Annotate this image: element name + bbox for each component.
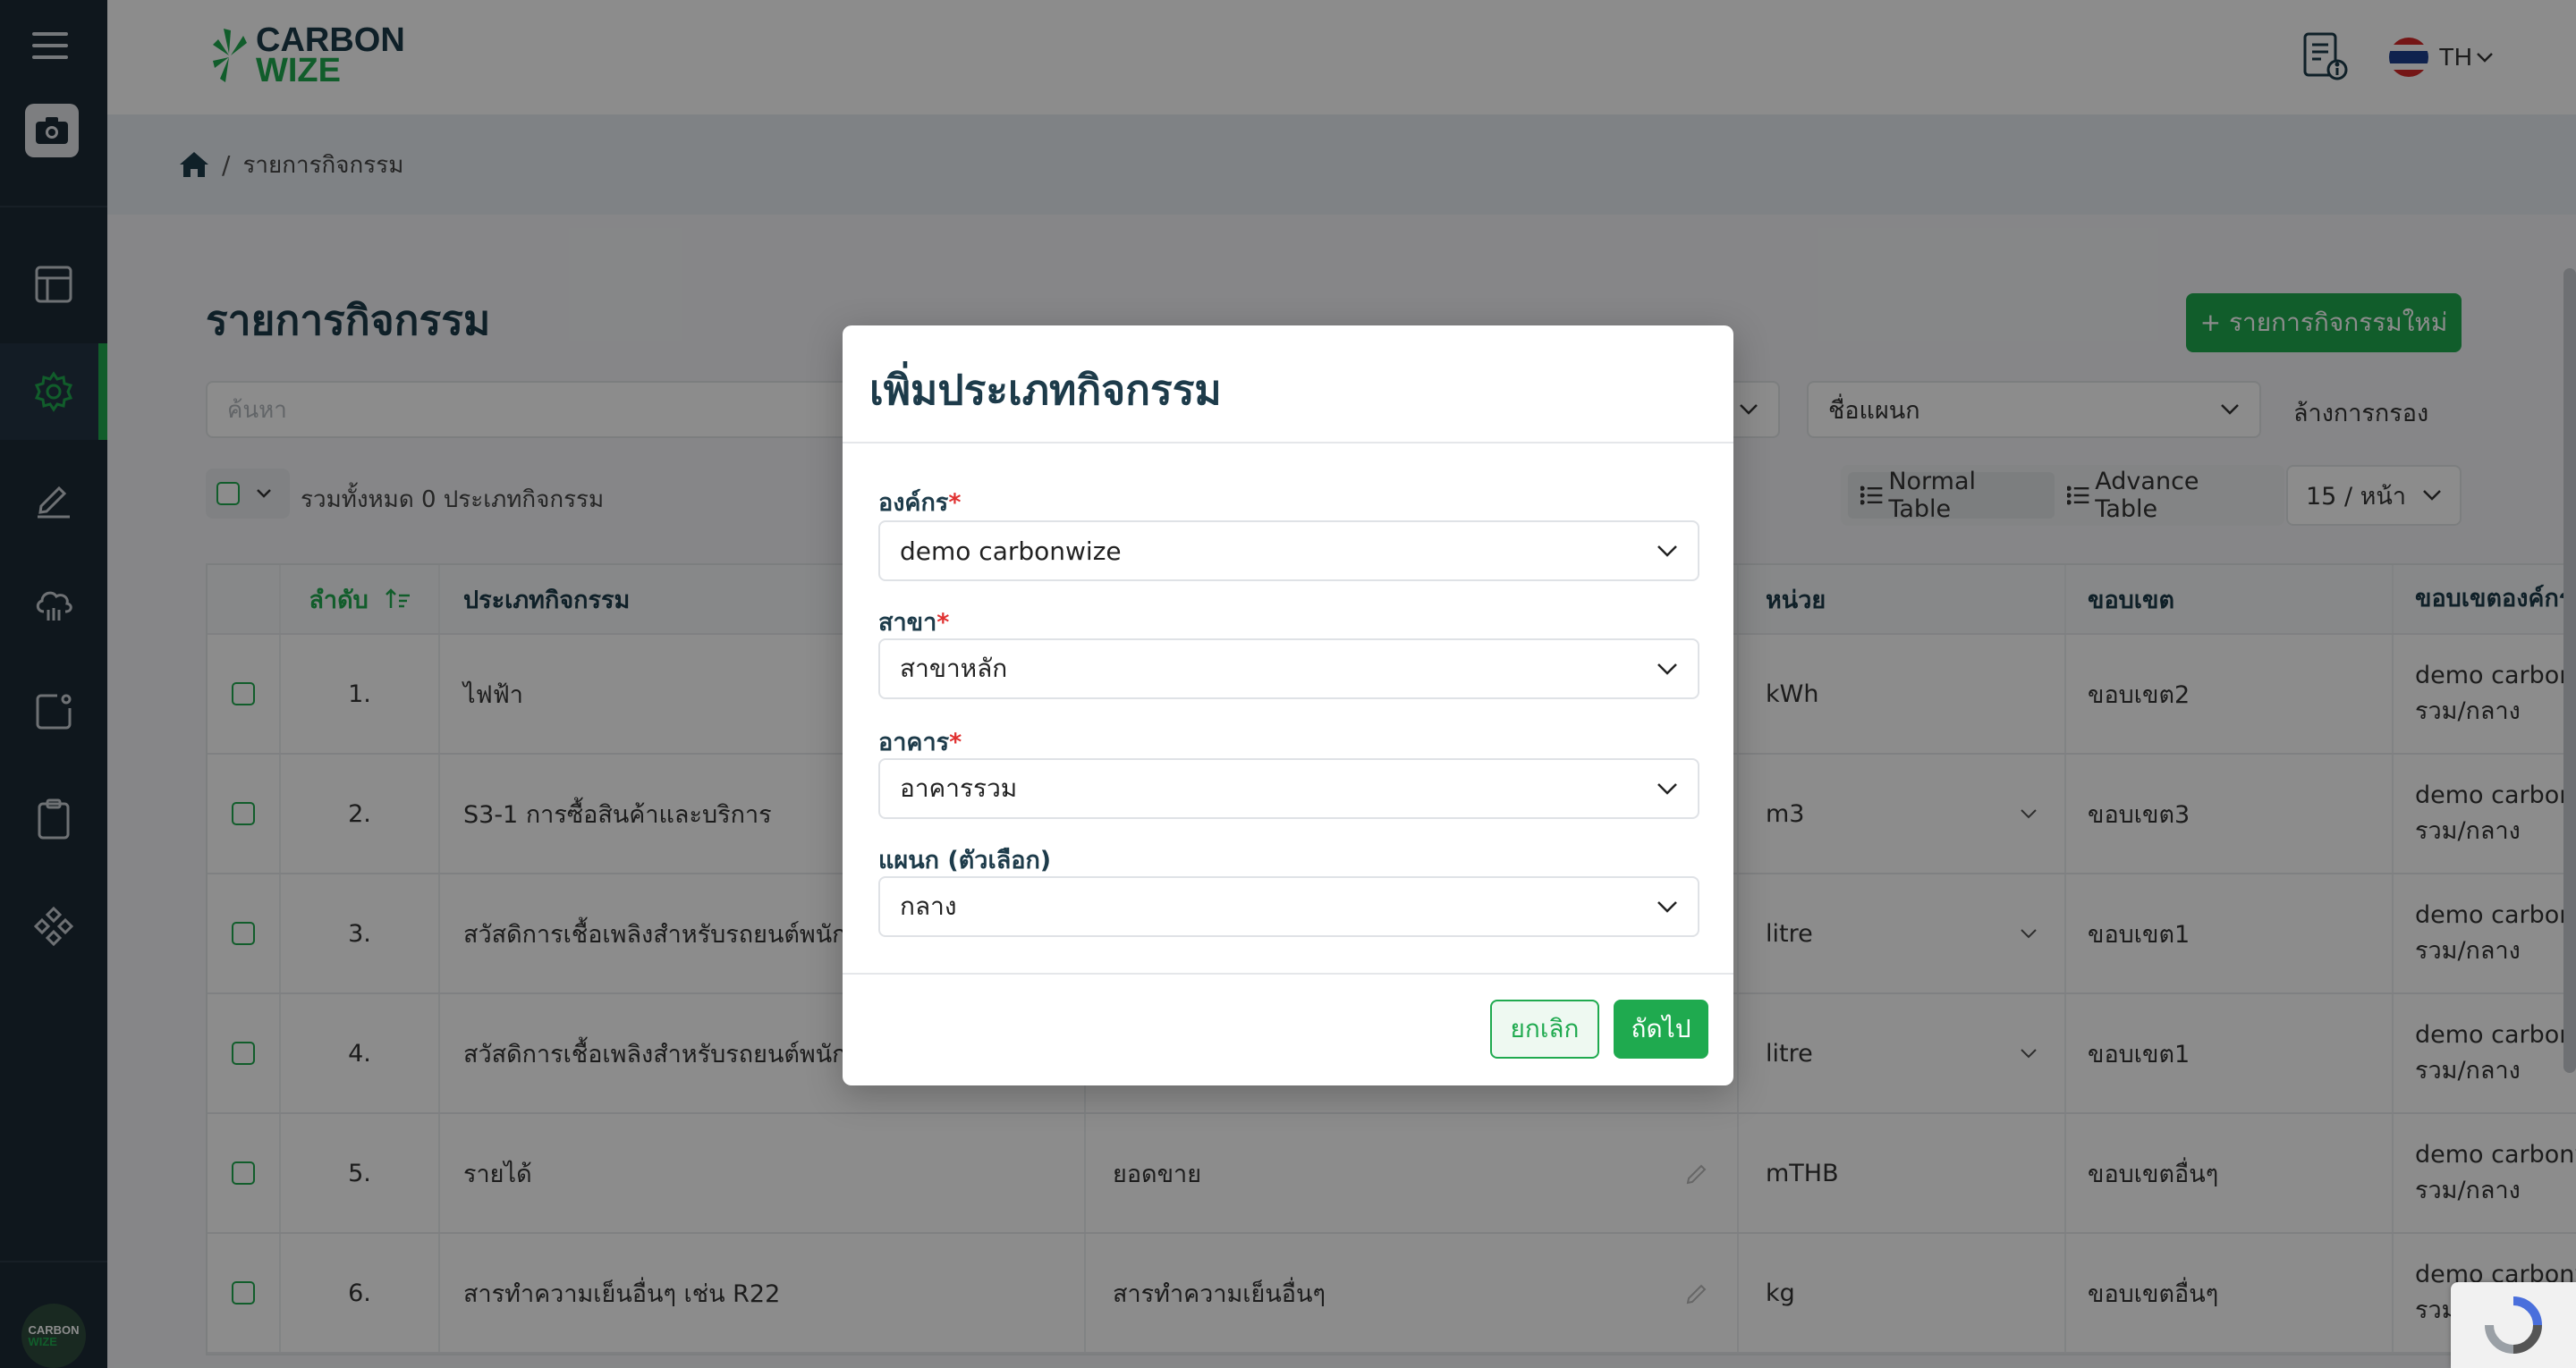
cancel-button[interactable]: ยกเลิก	[1490, 1000, 1599, 1059]
branch-select[interactable]: สาขาหลัก	[878, 638, 1699, 699]
building-select[interactable]: อาคารรวม	[878, 758, 1699, 819]
recaptcha-icon	[2485, 1296, 2542, 1354]
org-select-value: demo carbonwize	[900, 536, 1122, 566]
chevron-down-icon	[1657, 545, 1677, 557]
modal-divider	[843, 973, 1733, 975]
department-label: แผนก (ตัวเลือก)	[878, 847, 1052, 874]
modal-title: เพิ่มประเภทกิจกรรม	[869, 366, 1222, 414]
next-button[interactable]: ถัดไป	[1614, 1000, 1708, 1059]
recaptcha-badge[interactable]	[2451, 1282, 2576, 1368]
branch-label: สาขา*	[878, 609, 950, 637]
building-select-value: อาคารรวม	[900, 773, 1018, 803]
org-label: องค์กร*	[878, 489, 962, 517]
branch-select-value: สาขาหลัก	[900, 654, 1008, 683]
add-activity-type-modal: เพิ่มประเภทกิจกรรม องค์กร* demo carbonwi…	[843, 325, 1733, 1085]
building-label: อาคาร*	[878, 729, 962, 756]
chevron-down-icon	[1657, 901, 1677, 913]
chevron-down-icon	[1657, 663, 1677, 675]
department-select[interactable]: กลาง	[878, 876, 1699, 937]
department-select-value: กลาง	[900, 891, 957, 921]
modal-divider	[843, 442, 1733, 443]
chevron-down-icon	[1657, 783, 1677, 795]
org-select[interactable]: demo carbonwize	[878, 520, 1699, 581]
